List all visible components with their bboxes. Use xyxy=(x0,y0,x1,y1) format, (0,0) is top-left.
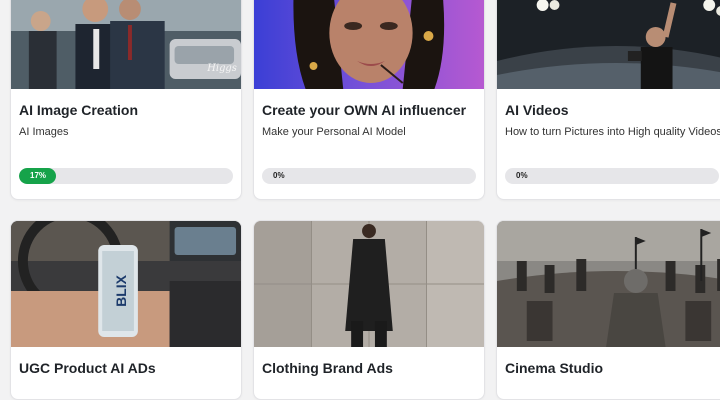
course-card-cinema-studio[interactable]: Cinema Studio xyxy=(496,220,720,400)
course-progress-bar: 0% xyxy=(505,168,719,184)
course-card-ai-influencer[interactable]: Create your OWN AI influencer Make your … xyxy=(253,0,485,200)
course-progress-bar: 0% xyxy=(262,168,476,184)
course-card-ai-image-creation[interactable]: Higgs AI Image Creation AI Images 17% xyxy=(10,0,242,200)
course-thumbnail[interactable]: Higgs xyxy=(11,0,241,89)
course-title: Clothing Brand Ads xyxy=(262,360,393,376)
course-title: Cinema Studio xyxy=(505,360,604,376)
course-title: AI Image Creation xyxy=(19,102,139,118)
vintage-street-photo-image: Higgs xyxy=(11,0,241,89)
fashion-model-concrete-wall-image xyxy=(254,221,484,347)
course-thumbnail[interactable] xyxy=(254,221,484,347)
progress-label: 17% xyxy=(30,171,47,180)
progress-label: 0% xyxy=(273,171,285,180)
course-card-ugc-product-ads[interactable]: BLIX UGC Product AI ADs xyxy=(10,220,242,400)
course-subtitle: Make your Personal AI Model xyxy=(262,126,406,138)
portrait-woman-image xyxy=(254,0,484,89)
course-thumbnail[interactable]: BLIX xyxy=(11,221,241,347)
course-subtitle: AI Images xyxy=(19,126,69,138)
course-subtitle: How to turn Pictures into High quality V… xyxy=(505,126,720,138)
course-card-ai-videos[interactable]: AI Videos How to turn Pictures into High… xyxy=(496,0,720,200)
course-thumbnail[interactable] xyxy=(497,221,720,347)
course-title: UGC Product AI ADs xyxy=(19,360,156,376)
svg-text:BLIX: BLIX xyxy=(113,274,129,307)
course-card-clothing-brand-ads[interactable]: Clothing Brand Ads xyxy=(253,220,485,400)
course-title: Create your OWN AI influencer xyxy=(262,102,467,118)
svg-text:Higgs: Higgs xyxy=(206,63,237,74)
stadium-photographer-image xyxy=(497,0,720,89)
course-title: AI Videos xyxy=(505,102,569,118)
course-progress-bar: 17% xyxy=(19,168,233,184)
progress-label: 0% xyxy=(516,171,528,180)
course-thumbnail[interactable] xyxy=(254,0,484,89)
medieval-army-image xyxy=(497,221,720,347)
energy-can-car-image: BLIX xyxy=(11,221,241,347)
course-thumbnail[interactable] xyxy=(497,0,720,89)
